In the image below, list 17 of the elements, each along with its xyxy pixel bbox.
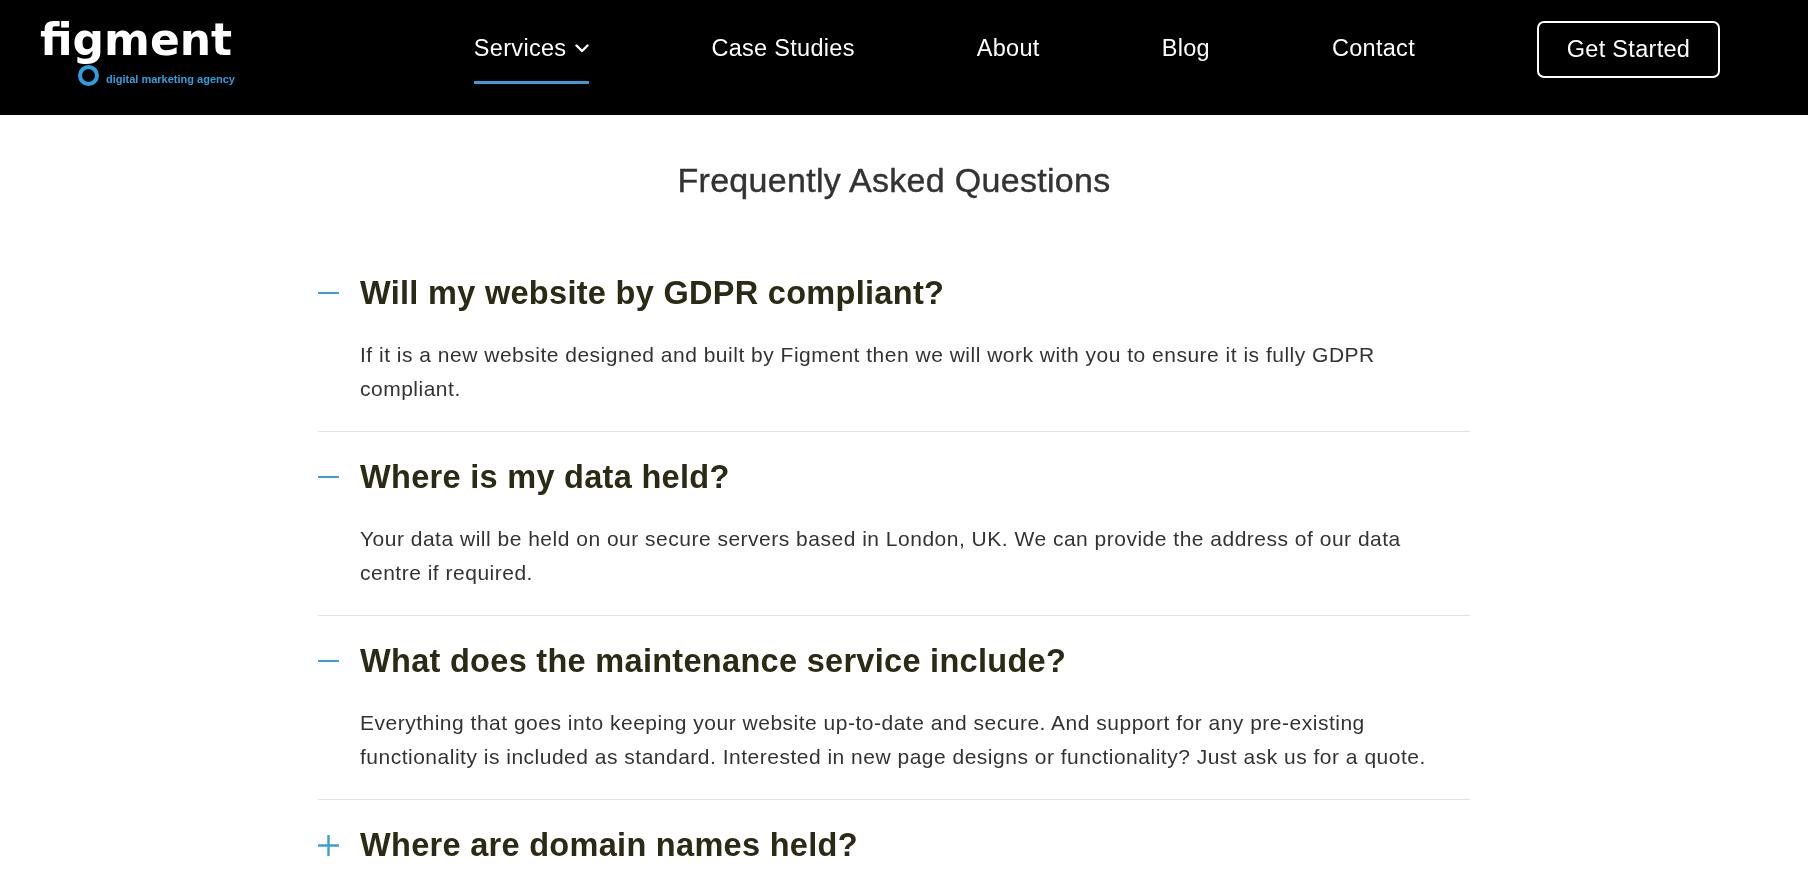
- get-started-button[interactable]: Get Started: [1537, 21, 1720, 78]
- nav-link[interactable]: Contact: [1331, 35, 1415, 84]
- faq-answer: Your data will be held on our secure servers based in London, UK. We can provide the address of our data centre if required.: [360, 526, 1402, 586]
- faq-answer: If it is a new website designed and built by Figment then we will work with you to ensure it is fully GDPR compliant.: [360, 342, 1376, 402]
- nav-link[interactable]: Services: [473, 35, 590, 84]
- section-heading: Frequently Asked Questions: [676, 160, 1112, 201]
- nav-link[interactable]: Blog: [1161, 35, 1210, 84]
- faq-question[interactable]: Where is my data held?: [318, 455, 730, 499]
- nav-link[interactable]: Case Studies: [711, 35, 855, 84]
- logo-tagline: digital marketing agency: [106, 73, 235, 86]
- faq-answer: Everything that goes into keeping your website up-to-date and secure. And support for any pre-existing functionality is included as standard. Interested in new page designs or functionality? Just ask us for a quote.: [360, 710, 1427, 770]
- ring-icon: [78, 65, 99, 86]
- logo-wordmark[interactable]: figment: [40, 18, 233, 62]
- nav-link[interactable]: About: [976, 35, 1040, 84]
- faq-question[interactable]: Where are domain names held?: [318, 823, 858, 867]
- faq-question[interactable]: Will my website by GDPR compliant?: [318, 271, 945, 315]
- faq-question[interactable]: What does the maintenance service include?: [318, 639, 1067, 683]
